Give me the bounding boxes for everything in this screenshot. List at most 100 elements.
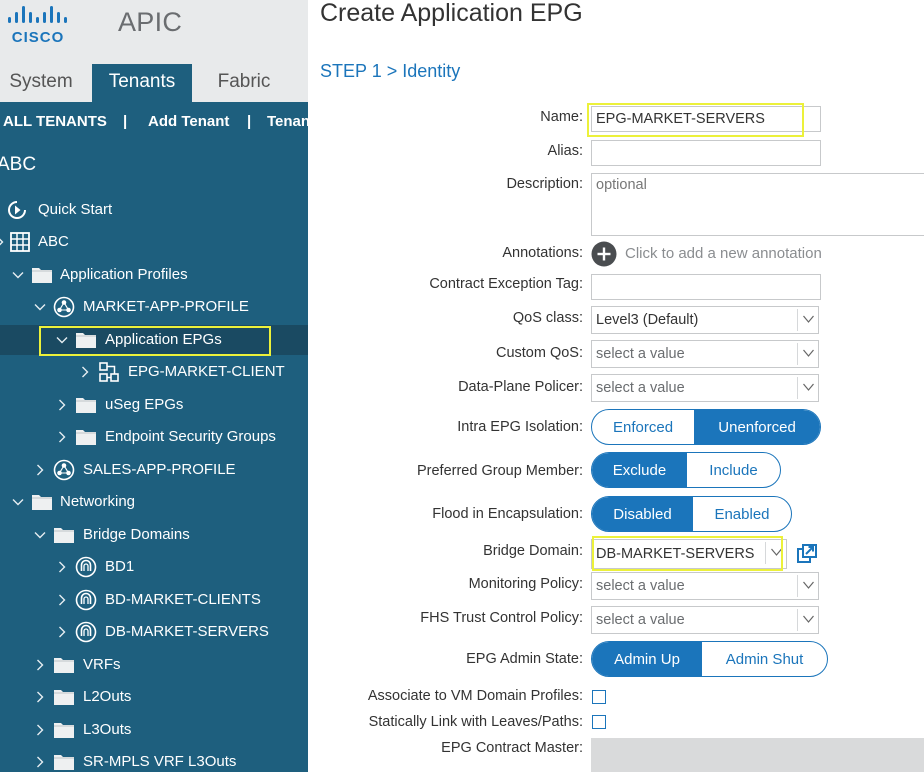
tree-item-useg-epgs[interactable]: uSeg EPGs xyxy=(0,390,308,420)
data-plane-policer-label: Data-Plane Policer: xyxy=(458,379,583,395)
epg-contract-master-table[interactable] xyxy=(591,738,924,772)
static-link-leaves-checkbox[interactable] xyxy=(592,715,606,729)
select-divider xyxy=(797,609,798,631)
add-annotation-icon[interactable] xyxy=(591,241,617,267)
epg-admin-state-toggle[interactable]: Admin Up Admin Shut xyxy=(591,641,828,677)
tree-item-quick-start[interactable]: Quick Start xyxy=(0,195,308,225)
tree-item-networking[interactable]: Networking xyxy=(0,487,308,517)
tree-item-application-epgs[interactable]: Application EPGs xyxy=(0,325,308,355)
bridge-domain-value: DB-MARKET-SERVERS xyxy=(596,546,755,562)
associate-vm-domain-checkbox[interactable] xyxy=(592,690,606,704)
tree-item-abc[interactable]: ABC xyxy=(0,227,308,257)
form-title: Create Application EPG xyxy=(320,0,583,27)
tree-item-label: BD-MARKET-CLIENTS xyxy=(105,591,261,608)
folder-icon xyxy=(53,524,75,546)
select-divider xyxy=(797,343,798,365)
tree-item-label: MARKET-APP-PROFILE xyxy=(83,298,249,315)
preferred-group-member-label: Preferred Group Member: xyxy=(416,463,583,479)
chevron-right-icon[interactable] xyxy=(0,236,6,248)
chevron-down-icon[interactable] xyxy=(12,269,24,281)
chevron-right-icon[interactable] xyxy=(56,594,68,606)
tree-item-application-profiles[interactable]: Application Profiles xyxy=(0,260,308,290)
tree-item-label: Application EPGs xyxy=(105,331,222,348)
chevron-down-icon xyxy=(803,315,814,323)
flood-in-encapsulation-option-enabled[interactable]: Enabled xyxy=(693,497,791,531)
fhs-trust-control-policy-select[interactable]: select a value xyxy=(591,606,819,634)
custom-qos-label: Custom QoS: xyxy=(495,345,583,361)
tree-item-endpoint-security-groups[interactable]: Endpoint Security Groups xyxy=(0,422,308,452)
epg-contract-master-label: EPG Contract Master: xyxy=(441,740,583,756)
intra-epg-isolation-toggle[interactable]: Enforced Unenforced xyxy=(591,409,821,445)
chevron-down-icon[interactable] xyxy=(56,334,68,346)
left-nav-panel: CISCO APIC System Tenants Fabric ALL TEN… xyxy=(0,0,308,772)
preferred-group-member-option-include[interactable]: Include xyxy=(687,453,780,487)
tree-item-label: SR-MPLS VRF L3Outs xyxy=(83,753,237,770)
qos-class-select[interactable]: Level3 (Default) xyxy=(591,306,819,334)
chevron-right-icon[interactable] xyxy=(56,561,68,573)
intra-epg-isolation-option-enforced[interactable]: Enforced xyxy=(592,410,694,444)
chevron-down-icon[interactable] xyxy=(34,529,46,541)
description-input[interactable]: optional xyxy=(591,173,924,236)
tab-tenants[interactable]: Tenants xyxy=(92,64,192,102)
tenant-title: ABC xyxy=(0,154,37,175)
tree-item-epg-market-client[interactable]: EPG-MARKET-CLIENT xyxy=(0,357,308,387)
chevron-right-icon[interactable] xyxy=(34,756,46,768)
chevron-right-icon[interactable] xyxy=(56,431,68,443)
tree-item-vrfs[interactable]: VRFs xyxy=(0,650,308,680)
chevron-down-icon xyxy=(771,548,782,556)
preferred-group-member-toggle[interactable]: Exclude Include xyxy=(591,452,781,488)
app-profile-icon xyxy=(53,296,75,318)
epg-admin-state-option-admin-up[interactable]: Admin Up xyxy=(592,642,703,676)
chevron-down-icon[interactable] xyxy=(12,496,24,508)
intra-epg-isolation-option-unenforced[interactable]: Unenforced xyxy=(694,410,820,444)
tree-item-sales-app-profile[interactable]: SALES-APP-PROFILE xyxy=(0,455,308,485)
alias-input[interactable] xyxy=(591,140,821,166)
tree-item-l2outs[interactable]: L2Outs xyxy=(0,682,308,712)
all-tenants-link[interactable]: ALL TENANTS xyxy=(3,113,107,130)
tab-system[interactable]: System xyxy=(0,64,86,102)
open-link-icon[interactable] xyxy=(796,543,818,565)
preferred-group-member-option-exclude[interactable]: Exclude xyxy=(592,453,687,487)
chevron-right-icon[interactable] xyxy=(34,691,46,703)
chevron-right-icon[interactable] xyxy=(56,399,68,411)
chevron-right-icon[interactable] xyxy=(56,626,68,638)
name-input[interactable]: EPG-MARKET-SERVERS xyxy=(591,106,821,132)
tree-item-bd1[interactable]: BD1 xyxy=(0,552,308,582)
tab-fabric[interactable]: Fabric xyxy=(198,64,290,102)
tree-item-l3outs[interactable]: L3Outs xyxy=(0,715,308,745)
chevron-down-icon[interactable] xyxy=(34,301,46,313)
data-plane-policer-value: select a value xyxy=(596,380,685,396)
custom-qos-select[interactable]: select a value xyxy=(591,340,819,368)
flood-in-encapsulation-option-disabled[interactable]: Disabled xyxy=(592,497,693,531)
qos-class-value: Level3 (Default) xyxy=(596,312,699,328)
tenant-search-link[interactable]: Tenan xyxy=(267,113,308,130)
tree-item-label: Application Profiles xyxy=(60,266,188,283)
chevron-right-icon[interactable] xyxy=(34,724,46,736)
add-annotation-link[interactable]: Click to add a new annotation xyxy=(625,245,822,262)
tree-item-db-market-servers[interactable]: DB-MARKET-SERVERS xyxy=(0,617,308,647)
flood-in-encapsulation-toggle[interactable]: Disabled Enabled xyxy=(591,496,792,532)
tree-item-label: BD1 xyxy=(105,558,135,575)
chevron-right-icon[interactable] xyxy=(34,464,46,476)
monitoring-policy-label: Monitoring Policy: xyxy=(468,576,583,592)
bridge-domain-icon xyxy=(75,589,97,611)
tree-item-label: Networking xyxy=(60,493,136,510)
description-label: Description: xyxy=(506,176,583,192)
monitoring-policy-select[interactable]: select a value xyxy=(591,572,819,600)
contract-exception-tag-input[interactable] xyxy=(591,274,821,300)
epg-admin-state-option-admin-shut[interactable]: Admin Shut xyxy=(702,642,827,676)
tree-item-bridge-domains[interactable]: Bridge Domains xyxy=(0,520,308,550)
bridge-domain-select[interactable]: DB-MARKET-SERVERS xyxy=(591,539,787,569)
tree-item-bd-market-clients[interactable]: BD-MARKET-CLIENTS xyxy=(0,585,308,615)
annotations-label: Annotations: xyxy=(502,245,583,261)
tree-item-sr-mpls-vrf-l3outs[interactable]: SR-MPLS VRF L3Outs xyxy=(0,747,308,772)
chevron-down-icon xyxy=(803,349,814,357)
data-plane-policer-select[interactable]: select a value xyxy=(591,374,819,402)
tree-item-market-app-profile[interactable]: MARKET-APP-PROFILE xyxy=(0,292,308,322)
add-tenant-link[interactable]: Add Tenant xyxy=(148,113,229,130)
select-divider xyxy=(765,542,766,564)
chevron-right-icon[interactable] xyxy=(79,366,91,378)
tree-item-label: Endpoint Security Groups xyxy=(105,428,276,445)
chevron-right-icon[interactable] xyxy=(34,659,46,671)
folder-icon xyxy=(75,329,97,351)
